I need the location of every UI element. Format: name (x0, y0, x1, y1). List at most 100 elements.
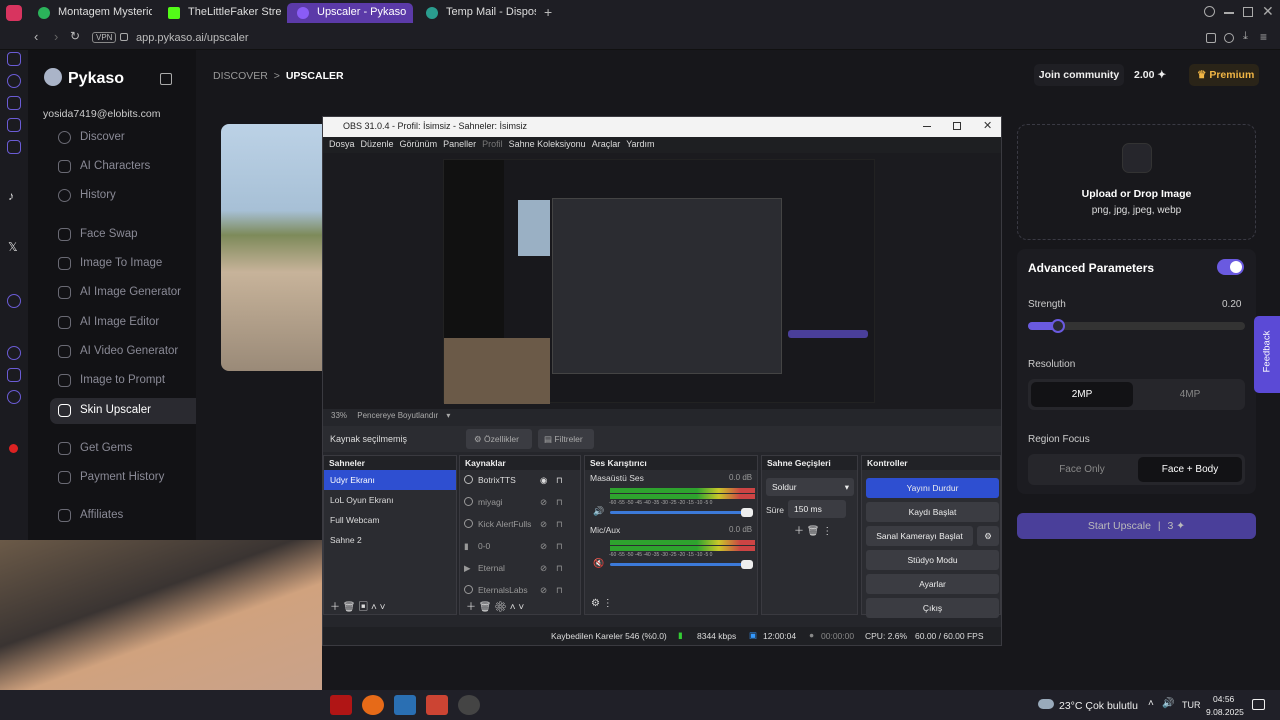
back-icon[interactable]: ‹ (34, 29, 38, 44)
minimize-window-icon[interactable] (1224, 12, 1234, 14)
volume-slider[interactable] (610, 560, 753, 569)
history-icon[interactable] (7, 346, 21, 360)
url-input[interactable]: app.pykaso.ai/upscaler (136, 32, 249, 44)
nav-affiliates[interactable]: Affiliates (50, 503, 206, 529)
clock-date[interactable]: 9.08.2025 (1206, 707, 1244, 717)
nav-image-to-prompt[interactable]: Image to Prompt (50, 368, 206, 394)
studio-mode-button[interactable]: Stüdyo Modu (866, 550, 999, 570)
obs-close-icon[interactable]: ✕ (983, 119, 992, 132)
scene-item[interactable]: LoL Oyun Ekranı (324, 490, 456, 510)
move-up-icon[interactable]: ˄ (510, 602, 516, 613)
obs-menu-duzenle[interactable]: Düzenle (361, 139, 394, 149)
remove-scene-icon[interactable]: 🗑 (343, 602, 356, 613)
nav-ai-video-generator[interactable]: AI Video Generator (50, 339, 206, 365)
speaker-icon[interactable]: 🔊 (593, 506, 604, 517)
hidden-eye-icon[interactable]: ⊘ (540, 541, 547, 552)
properties-button[interactable]: ⚙ Özellikler (466, 429, 532, 449)
settings-button[interactable]: Ayarlar (866, 574, 999, 594)
tab-tempmail[interactable]: Temp Mail - Disposable T (416, 3, 536, 23)
chevron-down-icon[interactable]: ▾ (446, 411, 450, 420)
source-item[interactable]: BotrixTTS ◉ ⊓ (460, 470, 580, 492)
move-down-icon[interactable]: ˅ (518, 602, 524, 613)
tab-montagem[interactable]: Montagem Mysterious (28, 3, 152, 23)
lock-icon[interactable]: ⊓ (556, 497, 563, 508)
obs-menu-yardim[interactable]: Yardım (626, 139, 654, 149)
volume-thumb[interactable] (741, 560, 753, 569)
lock-icon[interactable]: ⊓ (556, 475, 563, 486)
transition-menu-icon[interactable]: ⋮ (822, 526, 832, 537)
nav-face-swap[interactable]: Face Swap (50, 222, 206, 248)
weather-text[interactable]: 23°C Çok bulutlu (1059, 700, 1138, 712)
language-indicator[interactable]: TUR (1182, 700, 1201, 710)
vpn-badge[interactable]: VPN (92, 32, 117, 43)
strength-thumb[interactable] (1051, 319, 1065, 333)
search-tabs-icon[interactable] (1204, 6, 1215, 17)
obs-preview-canvas[interactable] (323, 153, 1001, 409)
nav-discover[interactable]: Discover (50, 125, 206, 151)
hidden-eye-icon[interactable]: ⊘ (540, 497, 547, 508)
nav-history[interactable]: History (50, 183, 206, 209)
stop-streaming-button[interactable]: Yayını Durdur (866, 478, 999, 498)
nav-skin-upscaler[interactable]: Skin Upscaler (50, 398, 206, 424)
source-item[interactable]: ▶ Eternal ⊘ ⊓ (460, 558, 580, 580)
notifications-icon[interactable] (1252, 699, 1265, 710)
lock-icon[interactable]: ⊓ (556, 519, 563, 530)
share-icon[interactable] (1224, 33, 1234, 43)
start-upscale-button[interactable]: Start Upscale | 3 ✦ (1017, 513, 1256, 539)
breadcrumb-discover[interactable]: DISCOVER (213, 70, 268, 82)
obs-menu-gorunum[interactable]: Görünüm (400, 139, 438, 149)
close-window-icon[interactable]: ✕ (1262, 3, 1274, 20)
obs-maximize-icon[interactable] (953, 122, 961, 130)
music-icon[interactable] (7, 140, 21, 154)
chat-icon[interactable] (7, 96, 21, 110)
tray-chevron-icon[interactable]: ˄ (1148, 698, 1154, 709)
obs-menu-araclar[interactable]: Araçlar (592, 139, 621, 149)
hidden-eye-icon[interactable]: ⊘ (540, 563, 547, 574)
tab-upscaler[interactable]: Upscaler - Pykaso (287, 3, 413, 23)
messenger-icon[interactable] (7, 52, 21, 66)
lock-icon[interactable]: ⊓ (556, 585, 563, 596)
scene-item[interactable]: Udyr Ekranı (324, 470, 456, 490)
nav-image-to-image[interactable]: Image To Image (50, 251, 206, 277)
nav-get-gems[interactable]: Get Gems (50, 436, 206, 462)
file-explorer-icon[interactable] (394, 695, 416, 715)
scene-item[interactable]: Sahne 2 (324, 530, 456, 550)
add-scene-icon[interactable]: ＋ (330, 602, 340, 613)
duration-input[interactable]: 150 ms (788, 500, 846, 518)
feedback-tab[interactable]: Feedback (1254, 316, 1280, 393)
gem-balance[interactable]: 2.00 ✦ (1134, 64, 1180, 86)
clock-time[interactable]: 04:56 (1213, 694, 1234, 704)
source-settings-icon[interactable]: ⚙ (494, 602, 507, 613)
tiktok-icon[interactable]: ♪ (8, 189, 14, 203)
obs-menu-sahne-koleksiyonu[interactable]: Sahne Koleksiyonu (509, 139, 586, 149)
source-item[interactable]: ▮ 0-0 ⊘ ⊓ (460, 536, 580, 558)
refresh-app-icon[interactable] (7, 74, 21, 88)
reload-icon[interactable]: ↻ (70, 29, 80, 43)
lock-icon[interactable]: ⊓ (556, 563, 563, 574)
transition-select[interactable]: Soldur ▾ (766, 478, 854, 496)
remove-source-icon[interactable]: 🗑 (479, 602, 492, 613)
join-community-button[interactable]: Join community (1034, 64, 1124, 86)
add-transition-icon[interactable]: ＋ (794, 526, 804, 537)
start-recording-button[interactable]: Kaydı Başlat (866, 502, 999, 522)
visibility-eye-icon[interactable]: ◉ (540, 475, 547, 486)
volume-tray-icon[interactable]: 🔊 (1162, 698, 1174, 709)
volume-thumb[interactable] (741, 508, 753, 517)
browser-menu-icon[interactable] (6, 5, 22, 21)
wallet-icon[interactable] (7, 118, 21, 132)
remove-transition-icon[interactable]: 🗑 (807, 526, 820, 537)
download-icon[interactable]: ⤓ (1243, 30, 1248, 43)
obs-icon[interactable] (458, 695, 480, 715)
forward-icon[interactable]: › (54, 29, 58, 44)
nav-ai-characters[interactable]: AI Characters (50, 154, 206, 180)
tab-stream[interactable]: TheLittleFaker Stream - W (158, 3, 282, 23)
obs-minimize-icon[interactable] (923, 126, 931, 127)
start-virtual-camera-button[interactable]: Sanal Kamerayı Başlat (866, 526, 973, 546)
source-item[interactable]: Kick AlertFulls ⊘ ⊓ (460, 514, 580, 536)
region-face-body[interactable]: Face + Body (1138, 457, 1242, 482)
premium-button[interactable]: ♛ Premium (1189, 64, 1259, 86)
move-down-icon[interactable]: ˅ (380, 602, 386, 613)
maps-icon[interactable] (426, 695, 448, 715)
add-source-icon[interactable]: ＋ (466, 602, 476, 613)
upload-dropzone[interactable]: Upload or Drop Image png, jpg, jpeg, web… (1017, 124, 1256, 240)
